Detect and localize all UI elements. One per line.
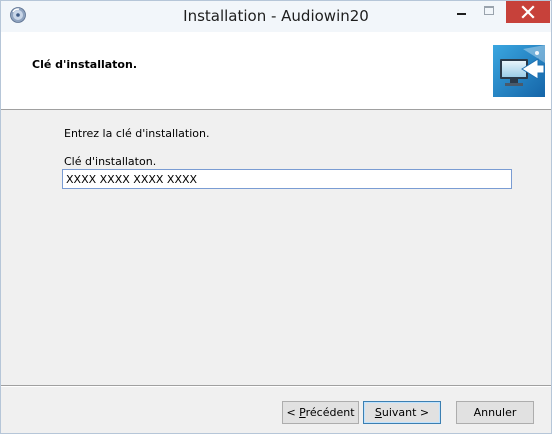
installation-key-input[interactable] (62, 169, 512, 189)
maximize-button[interactable] (476, 1, 502, 23)
instruction-text: Entrez la clé d'installation. (64, 127, 210, 140)
cancel-button[interactable]: Annuler (456, 401, 534, 424)
close-button[interactable] (506, 1, 550, 23)
next-button-label: uivant > (381, 406, 430, 419)
monitor-setup-icon (493, 45, 545, 97)
title-bar[interactable]: Installation - Audiowin20 (1, 1, 551, 32)
key-field-label: Clé d'installaton. (64, 155, 157, 168)
minimize-button[interactable] (448, 1, 474, 23)
installer-window: Installation - Audiowin20 Clé d'installa… (0, 0, 552, 434)
minimize-icon (457, 13, 466, 15)
wizard-header: Clé d'installaton. (1, 32, 551, 110)
page-title: Clé d'installaton. (32, 58, 137, 71)
close-icon (521, 5, 535, 19)
previous-button[interactable]: < Précédent (282, 401, 359, 424)
wizard-content: Entrez la clé d'installation. Clé d'inst… (1, 110, 551, 385)
footer-separator (1, 385, 551, 387)
previous-button-label: récédent (305, 406, 355, 419)
previous-button-prefix: < (286, 406, 300, 419)
maximize-icon (484, 6, 494, 15)
next-button[interactable]: Suivant > (363, 401, 441, 424)
next-button-mnemonic: S (374, 406, 382, 419)
